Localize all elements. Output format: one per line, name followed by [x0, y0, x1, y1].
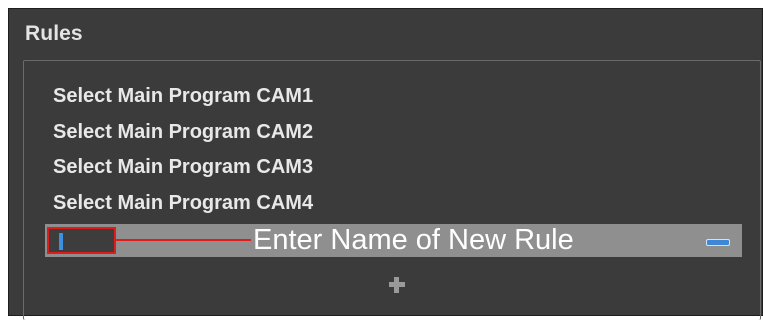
minus-icon	[706, 239, 730, 246]
callout-label: Enter Name of New Rule	[253, 224, 574, 256]
rules-list-panel: Select Main Program CAM1 Select Main Pro…	[23, 60, 761, 320]
rule-item-cam4[interactable]: Select Main Program CAM4	[53, 188, 313, 218]
rule-item-cam3[interactable]: Select Main Program CAM3	[53, 152, 313, 182]
section-title: Rules	[25, 22, 83, 45]
new-rule-row[interactable]: Enter Name of New Rule	[45, 224, 742, 257]
rule-item-cam2[interactable]: Select Main Program CAM2	[53, 117, 313, 147]
rules-window: Rules Select Main Program CAM1 Select Ma…	[8, 8, 763, 320]
rule-item-cam1[interactable]: Select Main Program CAM1	[53, 81, 313, 111]
remove-rule-button[interactable]	[706, 232, 730, 250]
text-caret	[59, 233, 63, 250]
callout-line	[116, 239, 251, 241]
add-rule-button[interactable]	[388, 276, 406, 294]
new-rule-name-input[interactable]	[47, 227, 116, 254]
